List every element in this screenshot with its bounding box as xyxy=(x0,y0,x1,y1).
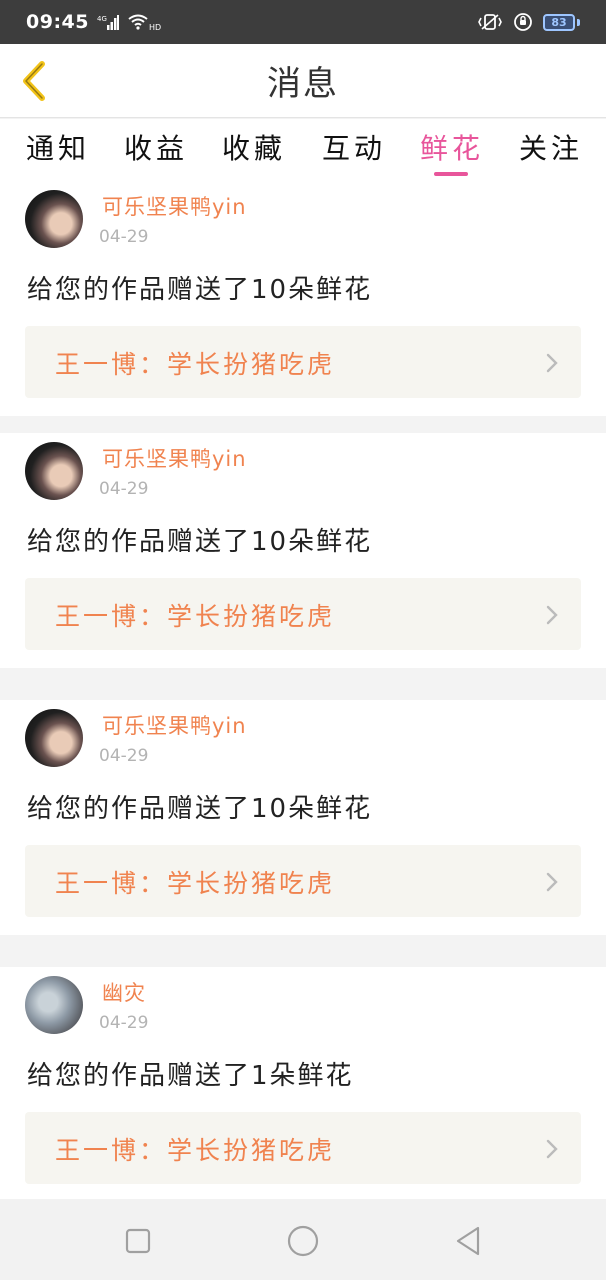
message-text: 给您的作品赠送了10朵鲜花 xyxy=(27,275,373,305)
message-text: 给您的作品赠送了10朵鲜花 xyxy=(27,527,373,557)
work-link[interactable]: 王一博：学长扮猪吃虎 xyxy=(25,578,581,650)
work-link[interactable]: 王一博：学长扮猪吃虎 xyxy=(25,845,581,917)
tab-interactions[interactable]: 互动 xyxy=(322,127,386,177)
message-card: 幽灾 04-29 给您的作品赠送了1朵鲜花 王一博：学长扮猪吃虎 xyxy=(0,967,606,1202)
message-date: 04-29 xyxy=(99,746,149,766)
home-button[interactable] xyxy=(283,1221,323,1261)
message-date: 04-29 xyxy=(99,479,149,499)
status-bar: 09:45 4G HD 83 xyxy=(0,0,606,44)
avatar[interactable] xyxy=(25,442,83,500)
status-time: 09:45 xyxy=(26,11,89,33)
status-left: 09:45 4G HD xyxy=(26,11,161,33)
svg-text:HD: HD xyxy=(149,23,161,31)
chevron-right-icon xyxy=(546,1139,558,1159)
tab-flowers[interactable]: 鲜花 xyxy=(420,127,484,177)
tab-bar: 通知 收益 收藏 互动 鲜花 关注 xyxy=(0,119,606,181)
sender-name[interactable]: 可乐坚果鸭yin xyxy=(102,710,247,740)
tab-notifications[interactable]: 通知 xyxy=(26,127,90,177)
tab-favorites[interactable]: 收藏 xyxy=(222,127,286,177)
active-tab-indicator xyxy=(434,172,468,176)
message-card: 可乐坚果鸭yin 04-29 给您的作品赠送了10朵鲜花 王一博：学长扮猪吃虎 xyxy=(0,433,606,668)
nav-bar: 消息 xyxy=(0,44,606,118)
chevron-right-icon xyxy=(546,872,558,892)
wifi-icon: HD xyxy=(127,13,161,31)
circle-icon xyxy=(287,1225,319,1257)
chevron-left-icon xyxy=(23,61,45,101)
avatar[interactable] xyxy=(25,190,83,248)
battery-level: 83 xyxy=(543,13,575,31)
page-title: 消息 xyxy=(267,64,339,104)
tab-earnings[interactable]: 收益 xyxy=(124,127,188,177)
message-date: 04-29 xyxy=(99,227,149,247)
chevron-right-icon xyxy=(546,353,558,373)
back-button[interactable] xyxy=(14,56,54,106)
vibrate-icon xyxy=(477,13,503,31)
triangle-back-icon xyxy=(456,1226,480,1256)
battery-tip xyxy=(577,18,580,26)
avatar[interactable] xyxy=(25,709,83,767)
message-text: 给您的作品赠送了10朵鲜花 xyxy=(27,794,373,824)
tab-following[interactable]: 关注 xyxy=(519,127,583,177)
square-icon xyxy=(125,1228,151,1254)
screen: 09:45 4G HD 83 消息 通知 收益 收藏 互动 鲜花 关注 可乐坚果… xyxy=(0,0,606,1280)
avatar[interactable] xyxy=(25,976,83,1034)
status-right: 83 xyxy=(477,12,580,32)
message-card: 可乐坚果鸭yin 04-29 给您的作品赠送了10朵鲜花 王一博：学长扮猪吃虎 xyxy=(0,700,606,935)
chevron-right-icon xyxy=(546,605,558,625)
work-title: 王一博：学长扮猪吃虎 xyxy=(55,350,336,379)
system-back-button[interactable] xyxy=(448,1221,488,1261)
recent-apps-button[interactable] xyxy=(118,1221,158,1261)
svg-text:4G: 4G xyxy=(97,15,107,23)
sender-name[interactable]: 可乐坚果鸭yin xyxy=(102,191,247,221)
work-title: 王一博：学长扮猪吃虎 xyxy=(55,1136,336,1165)
message-text: 给您的作品赠送了1朵鲜花 xyxy=(27,1061,354,1091)
message-card: 可乐坚果鸭yin 04-29 给您的作品赠送了10朵鲜花 王一博：学长扮猪吃虎 xyxy=(0,181,606,416)
signal-icon: 4G xyxy=(97,14,119,30)
battery-icon: 83 xyxy=(543,13,580,31)
work-link[interactable]: 王一博：学长扮猪吃虎 xyxy=(25,326,581,398)
system-nav-bar xyxy=(0,1199,606,1280)
work-title: 王一博：学长扮猪吃虎 xyxy=(55,602,336,631)
work-link[interactable]: 王一博：学长扮猪吃虎 xyxy=(25,1112,581,1184)
sender-name[interactable]: 幽灾 xyxy=(102,977,146,1007)
message-date: 04-29 xyxy=(99,1013,149,1033)
alarm-icon xyxy=(513,12,533,32)
sender-name[interactable]: 可乐坚果鸭yin xyxy=(102,443,247,473)
work-title: 王一博：学长扮猪吃虎 xyxy=(55,869,336,898)
